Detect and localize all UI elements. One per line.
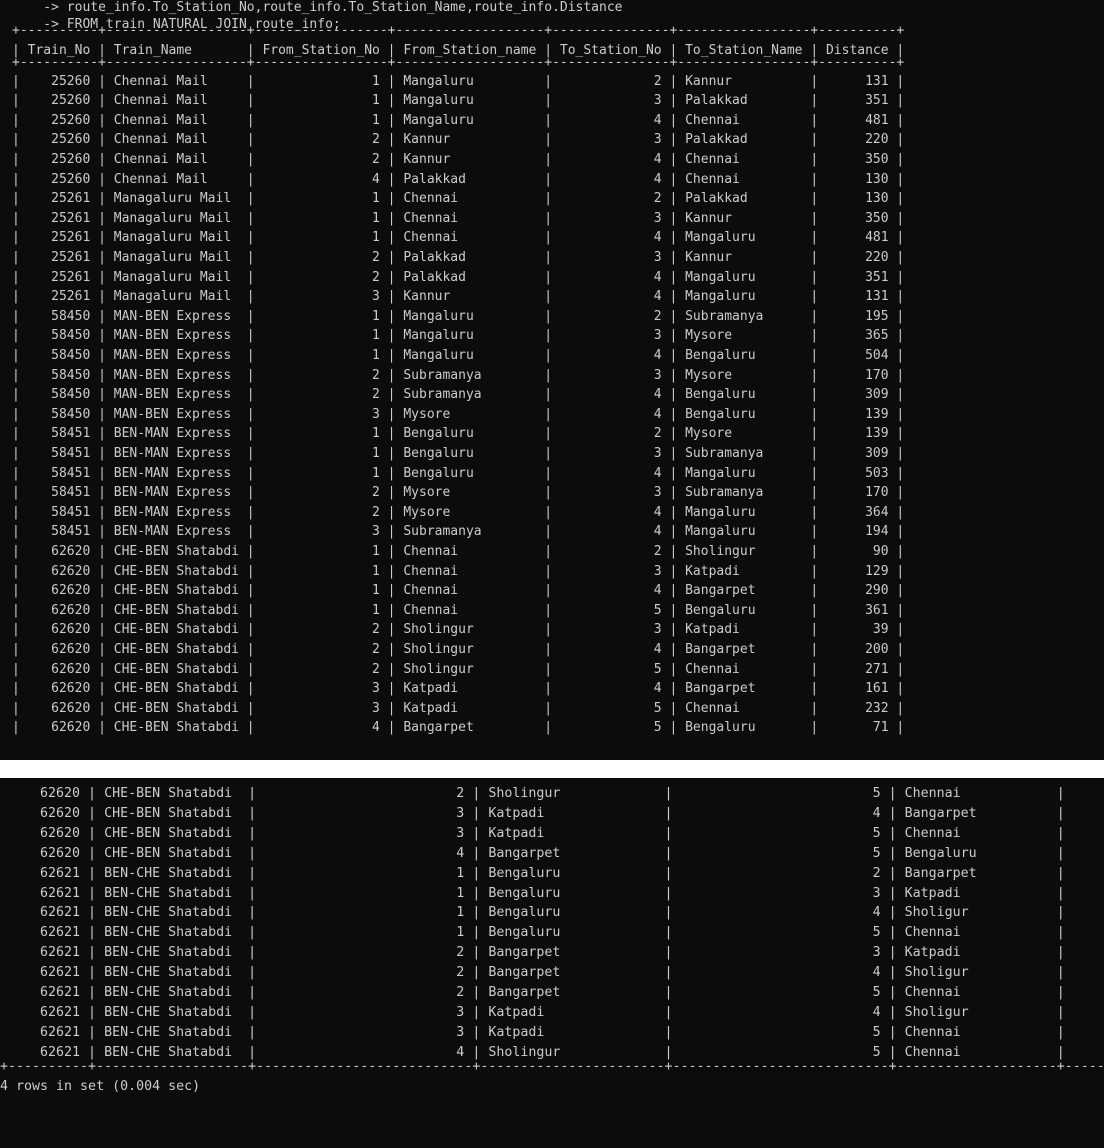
table-row: 62621 | BEN-CHE Shatabdi | 1 | Bengaluru…: [0, 885, 1104, 901]
table-row: | 25260 | Chennai Mail | 1 | Mangaluru |…: [12, 112, 905, 128]
table-row: | 25260 | Chennai Mail | 2 | Kannur | 3 …: [12, 132, 905, 148]
table-row: 62621 | BEN-CHE Shatabdi | 3 | Katpadi |…: [0, 1024, 1104, 1040]
table-row: | 25260 | Chennai Mail | 4 | Palakkad | …: [12, 171, 905, 187]
table-row: | 62620 | CHE-BEN Shatabdi | 3 | Katpadi…: [12, 681, 905, 697]
table-row: | 62620 | CHE-BEN Shatabdi | 2 | Sholing…: [12, 661, 905, 677]
table-row: | 62620 | CHE-BEN Shatabdi | 1 | Chennai…: [12, 563, 905, 579]
table-row: 62620 | CHE-BEN Shatabdi | 2 | Sholingur…: [0, 786, 1104, 801]
table-row: | 62620 | CHE-BEN Shatabdi | 4 | Bangarp…: [12, 720, 905, 736]
table-row: | 62620 | CHE-BEN Shatabdi | 1 | Chennai…: [12, 583, 905, 599]
table-row: 62621 | BEN-CHE Shatabdi | 1 | Bengaluru…: [0, 905, 1104, 921]
table-row: | 62620 | CHE-BEN Shatabdi | 2 | Sholing…: [12, 622, 905, 638]
table-row: | 62620 | CHE-BEN Shatabdi | 1 | Chennai…: [12, 544, 905, 559]
table-row: | 58450 | MAN-BEN Express | 2 | Subraman…: [12, 387, 905, 403]
rows-in-set-status: 4 rows in set (0.004 sec): [0, 1078, 201, 1094]
table-row: | 58450 | MAN-BEN Express | 2 | Subraman…: [12, 367, 905, 383]
table-row: | 25261 | Managaluru Mail | 2 | Palakkad…: [12, 250, 905, 265]
table-row: | 58451 | BEN-MAN Express | 2 | Mysore |…: [12, 485, 905, 501]
table-row: | 25260 | Chennai Mail | 1 | Mangaluru |…: [12, 73, 905, 89]
table-row: | 58451 | BEN-MAN Express | 2 | Mysore |…: [12, 504, 905, 520]
table-row: | 58451 | BEN-MAN Express | 1 | Bengalur…: [12, 446, 905, 461]
table-row: 62621 | BEN-CHE Shatabdi | 1 | Bengaluru…: [0, 865, 1104, 881]
table-row: 62620 | CHE-BEN Shatabdi | 3 | Katpadi |…: [0, 825, 1104, 841]
table-row: | 58450 | MAN-BEN Express | 1 | Mangalur…: [12, 328, 905, 344]
table-row: | 62620 | CHE-BEN Shatabdi | 2 | Sholing…: [12, 642, 905, 657]
table-row: | 25261 | Managaluru Mail | 1 | Chennai …: [12, 210, 905, 226]
table-row: | 25260 | Chennai Mail | 2 | Kannur | 4 …: [12, 152, 905, 167]
table-row: | 25261 | Managaluru Mail | 3 | Kannur |…: [12, 289, 905, 305]
table-row: 62621 | BEN-CHE Shatabdi | 1 | Bengaluru…: [0, 925, 1104, 941]
table-row: 62620 | CHE-BEN Shatabdi | 4 | Bangarpet…: [0, 845, 1104, 861]
table-row: | 62620 | CHE-BEN Shatabdi | 3 | Katpadi…: [12, 700, 905, 716]
table-row: 62621 | BEN-CHE Shatabdi | 2 | Bangarpet…: [0, 965, 1104, 981]
table-row: | 58450 | MAN-BEN Express | 1 | Mangalur…: [12, 308, 905, 324]
table-row: | 58450 | MAN-BEN Express | 3 | Mysore |…: [12, 406, 905, 422]
table-row: | 58451 | BEN-MAN Express | 1 | Bengalur…: [12, 426, 905, 442]
table-row: | 58450 | MAN-BEN Express | 1 | Mangalur…: [12, 348, 905, 363]
table-row: | 58451 | BEN-MAN Express | 1 | Bengalur…: [12, 465, 905, 481]
table-row: | 25260 | Chennai Mail | 1 | Mangaluru |…: [12, 93, 905, 109]
table-border-top: +----------+------------------+---------…: [12, 23, 905, 38]
table-row: | 62620 | CHE-BEN Shatabdi | 1 | Chennai…: [12, 602, 905, 618]
terminal-panel-top: -> route_info.To_Station_No,route_info.T…: [0, 0, 1104, 760]
table-row: | 25261 | Managaluru Mail | 1 | Chennai …: [12, 191, 905, 207]
table-row: 62621 | BEN-CHE Shatabdi | 2 | Bangarpet…: [0, 985, 1104, 1000]
table-row: | 58451 | BEN-MAN Express | 3 | Subraman…: [12, 524, 905, 540]
table-row: | 25261 | Managaluru Mail | 2 | Palakkad…: [12, 269, 905, 285]
table-row: 62621 | BEN-CHE Shatabdi | 3 | Katpadi |…: [0, 1004, 1104, 1020]
table-header-separator: +----------+------------------+---------…: [12, 54, 905, 70]
table-border-bottom: +----------+-------------------+--------…: [0, 1058, 1104, 1074]
table-row: 62621 | BEN-CHE Shatabdi | 2 | Bangarpet…: [0, 945, 1104, 961]
terminal-panel-bottom: 62620 | CHE-BEN Shatabdi | 2 | Sholingur…: [0, 778, 1104, 1148]
table-row: | 25261 | Managaluru Mail | 1 | Chennai …: [12, 230, 905, 246]
table-row: 62620 | CHE-BEN Shatabdi | 3 | Katpadi |…: [0, 805, 1104, 821]
